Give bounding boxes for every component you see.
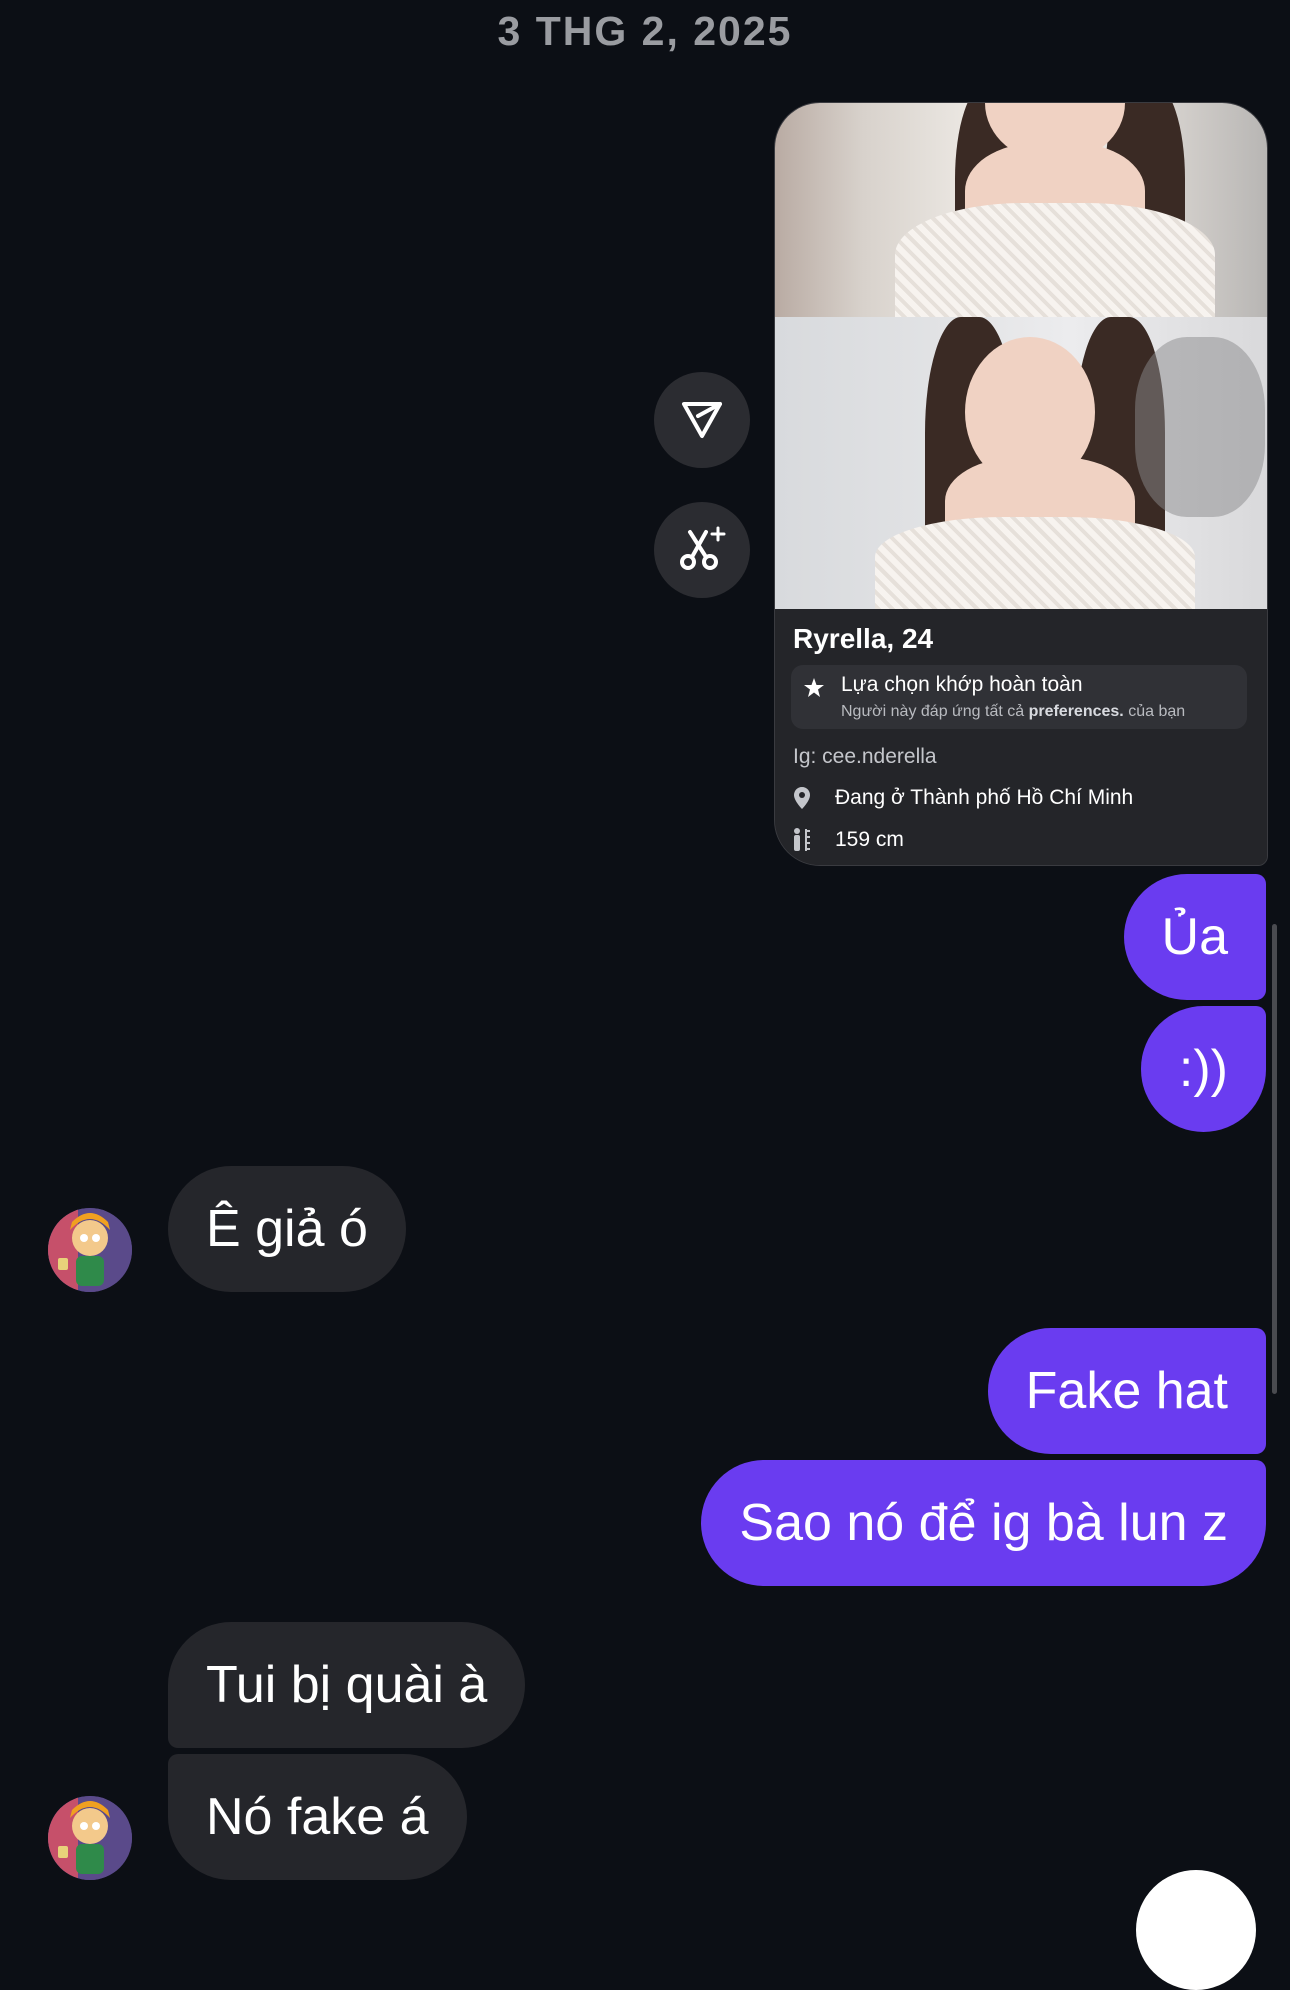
message-bubble-incoming[interactable]: Ê giả ó [168,1166,406,1292]
star-badge-icon [803,677,825,699]
date-header: 3 THG 2, 2025 [497,8,793,54]
avatar[interactable] [48,1796,132,1880]
profile-card[interactable]: Ryrella, 24 Lựa chọn khớp hoàn toàn Ngườ… [774,102,1268,866]
match-title: Lựa chọn khớp hoàn toàn [841,673,1083,696]
floating-button[interactable] [1136,1870,1256,1990]
message-bubble-outgoing[interactable]: :)) [1140,1006,1266,1132]
avatar[interactable] [48,1208,132,1292]
ai-scissors-icon [676,522,728,579]
profile-photo-2 [775,317,1267,609]
profile-photo-1 [775,103,1267,317]
message-bubble-incoming[interactable]: Tui bị quài à [168,1622,526,1748]
scrollbar[interactable] [1272,924,1277,1394]
match-badge: Lựa chọn khớp hoàn toàn Người này đáp ứn… [791,665,1247,729]
message-bubble-outgoing[interactable]: Ủa [1123,874,1266,1000]
location-pin-icon [789,785,815,811]
instagram-handle: Ig: cee.nderella [793,745,937,768]
location-text: Đang ở Thành phố Hồ Chí Minh [835,786,1134,809]
location-row: Đang ở Thành phố Hồ Chí Minh [789,785,1133,811]
ai-edit-button[interactable] [654,502,750,598]
height-row: 159 cm [789,827,904,853]
message-bubble-outgoing[interactable]: Sao nó để ig bà lun z [701,1460,1266,1586]
message-bubble-incoming[interactable]: Nó fake á [168,1754,467,1880]
share-button[interactable] [654,372,750,468]
message-bubble-outgoing[interactable]: Fake hat [987,1328,1266,1454]
send-icon [678,394,726,447]
height-text: 159 cm [835,828,904,851]
height-ruler-icon [789,827,815,853]
match-subtitle: Người này đáp ứng tất cả preferences. củ… [841,703,1186,720]
profile-name: Ryrella, 24 [793,623,934,654]
profile-info: Ryrella, 24 Lựa chọn khớp hoàn toàn Ngườ… [775,609,1267,865]
